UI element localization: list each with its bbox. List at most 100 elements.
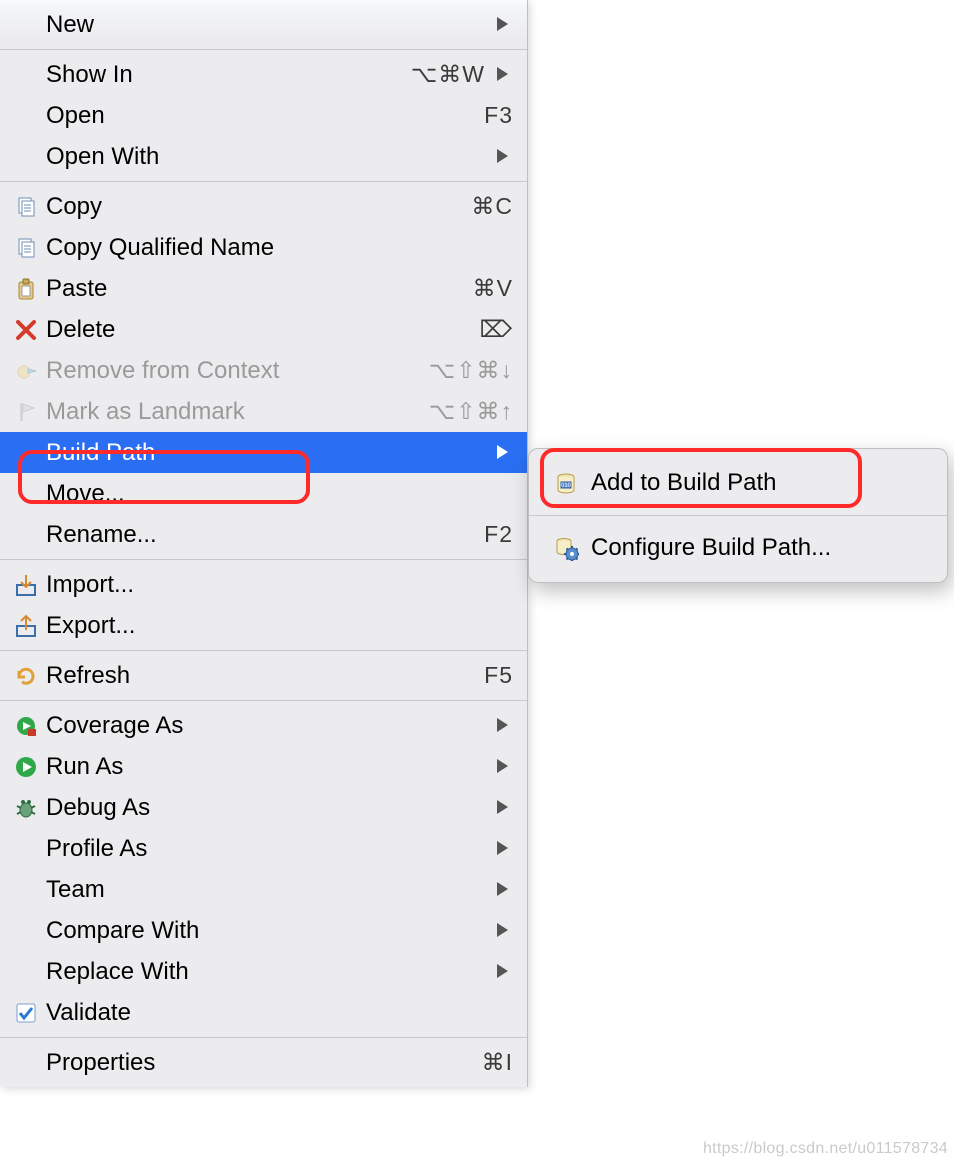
menu-item-label: Paste <box>46 275 465 303</box>
jar-icon: 010 <box>551 468 581 498</box>
menu-item-label: Remove from Context <box>46 357 421 385</box>
tab-problems[interactable]: Problems <box>579 359 712 393</box>
menu-item-move[interactable]: Move... <box>0 473 527 514</box>
menu-separator <box>529 515 947 516</box>
icon-placeholder <box>12 439 40 467</box>
chevron-right-icon <box>495 758 513 776</box>
menu-item-open-with[interactable]: Open With <box>0 136 527 177</box>
menu-item-label: Show In <box>46 61 403 89</box>
menu-item-import[interactable]: Import... <box>0 564 527 605</box>
menu-item-label: Compare With <box>46 917 485 945</box>
debug-icon <box>12 794 40 822</box>
menu-item-label: Export... <box>46 612 513 640</box>
tab-label: Problems <box>614 364 703 388</box>
chevron-right-icon <box>495 148 513 166</box>
menu-separator <box>0 1037 527 1038</box>
chevron-right-icon <box>495 840 513 858</box>
menu-separator <box>0 559 527 560</box>
icon-placeholder <box>12 480 40 508</box>
menu-item-copy-qualified-name[interactable]: Copy Qualified Name <box>0 227 527 268</box>
menu-item-label: Refresh <box>46 662 476 690</box>
icon-placeholder <box>12 61 40 89</box>
menu-item-open[interactable]: OpenF3 <box>0 95 527 136</box>
menu-item-shortcut: ⌘I <box>482 1049 513 1076</box>
icon-placeholder <box>12 1049 40 1077</box>
submenu-item-label: Add to Build Path <box>591 469 925 497</box>
icon-placeholder <box>12 876 40 904</box>
menu-item-rename[interactable]: Rename... F2 <box>0 514 527 555</box>
menu-item-label: Mark as Landmark <box>46 398 421 426</box>
menu-item-label: Delete <box>46 316 471 344</box>
menu-item-shortcut: F2 <box>484 521 513 548</box>
menu-separator <box>0 49 527 50</box>
menu-item-shortcut: ⌘C <box>471 193 513 220</box>
copy-icon <box>12 234 40 262</box>
menu-item-coverage-as[interactable]: Coverage As <box>0 705 527 746</box>
chevron-right-icon <box>495 922 513 940</box>
submenu-item-add-to-build-path[interactable]: 010 Add to Build Path <box>529 455 947 511</box>
menu-item-shortcut: ⌥⇧⌘↑ <box>429 398 513 425</box>
menu-item-properties[interactable]: Properties ⌘I <box>0 1042 527 1083</box>
close-icon[interactable] <box>552 364 566 388</box>
submenu-item-configure-build-path[interactable]: Configure Build Path... <box>529 520 947 576</box>
submenu-item-label: Configure Build Path... <box>591 534 925 562</box>
validate-icon <box>12 999 40 1027</box>
chevron-right-icon <box>495 799 513 817</box>
menu-item-shortcut: ⌥⌘W <box>411 61 485 88</box>
menu-item-show-in[interactable]: Show In ⌥⌘W <box>0 54 527 95</box>
menu-item-debug-as[interactable]: Debug As <box>0 787 527 828</box>
icon-placeholder <box>12 143 40 171</box>
menu-item-replace-with[interactable]: Replace With <box>0 951 527 992</box>
java-file-icon: J <box>724 366 744 386</box>
menu-item-profile-as[interactable]: Profile As <box>0 828 527 869</box>
tab-label: Debug Shell <box>750 364 864 388</box>
icon-placeholder <box>12 835 40 863</box>
chevron-right-icon <box>495 16 513 34</box>
menu-item-label: Import... <box>46 571 513 599</box>
copy-icon <box>12 193 40 221</box>
svg-text:010: 010 <box>561 483 572 489</box>
menu-item-label: Move... <box>46 480 513 508</box>
server-info-line: v7.0 Server at localhost [Apache Tomcat] <box>528 400 954 424</box>
menu-item-label: Properties <box>46 1049 474 1077</box>
chevron-right-icon <box>495 717 513 735</box>
run-icon <box>12 753 40 781</box>
menu-item-label: Copy <box>46 193 463 221</box>
menu-item-label: Team <box>46 876 485 904</box>
import-icon <box>12 571 40 599</box>
menu-item-run-as[interactable]: Run As <box>0 746 527 787</box>
chevron-right-icon <box>495 963 513 981</box>
menu-item-label: Coverage As <box>46 712 485 740</box>
menu-item-new[interactable]: New <box>0 4 527 45</box>
menu-item-label: Replace With <box>46 958 485 986</box>
config-icon <box>551 533 581 563</box>
svg-text:J: J <box>731 370 738 384</box>
icon-placeholder <box>12 958 40 986</box>
menu-item-shortcut: ⌘V <box>473 275 513 302</box>
icon-placeholder <box>12 521 40 549</box>
menu-item-validate[interactable]: Validate <box>0 992 527 1033</box>
icon-placeholder <box>12 917 40 945</box>
menu-item-copy[interactable]: Copy ⌘C <box>0 186 527 227</box>
remove-ctx-icon <box>12 357 40 385</box>
menu-item-paste[interactable]: Paste ⌘V <box>0 268 527 309</box>
menu-item-label: New <box>46 11 485 39</box>
menu-separator <box>0 650 527 651</box>
menu-item-shortcut: ⌥⇧⌘↓ <box>429 357 513 384</box>
menu-item-label: Profile As <box>46 835 485 863</box>
tab-debug-shell[interactable]: J Debug Shell <box>715 359 873 393</box>
menu-item-label: Rename... <box>46 521 476 549</box>
menu-item-build-path[interactable]: Build Path <box>0 432 527 473</box>
menu-item-delete[interactable]: Delete⌦ <box>0 309 527 350</box>
menu-item-compare-with[interactable]: Compare With <box>0 910 527 951</box>
menu-item-label: Run As <box>46 753 485 781</box>
menu-item-shortcut: F5 <box>484 662 513 689</box>
menu-item-label: Validate <box>46 999 513 1027</box>
icon-placeholder <box>12 11 40 39</box>
chevron-right-icon <box>495 881 513 899</box>
menu-item-export[interactable]: Export... <box>0 605 527 646</box>
menu-item-refresh[interactable]: Refresh F5 <box>0 655 527 696</box>
menu-item-remove-from-context: Remove from Context ⌥⇧⌘↓ <box>0 350 527 391</box>
menu-item-label: Open With <box>46 143 485 171</box>
menu-item-team[interactable]: Team <box>0 869 527 910</box>
